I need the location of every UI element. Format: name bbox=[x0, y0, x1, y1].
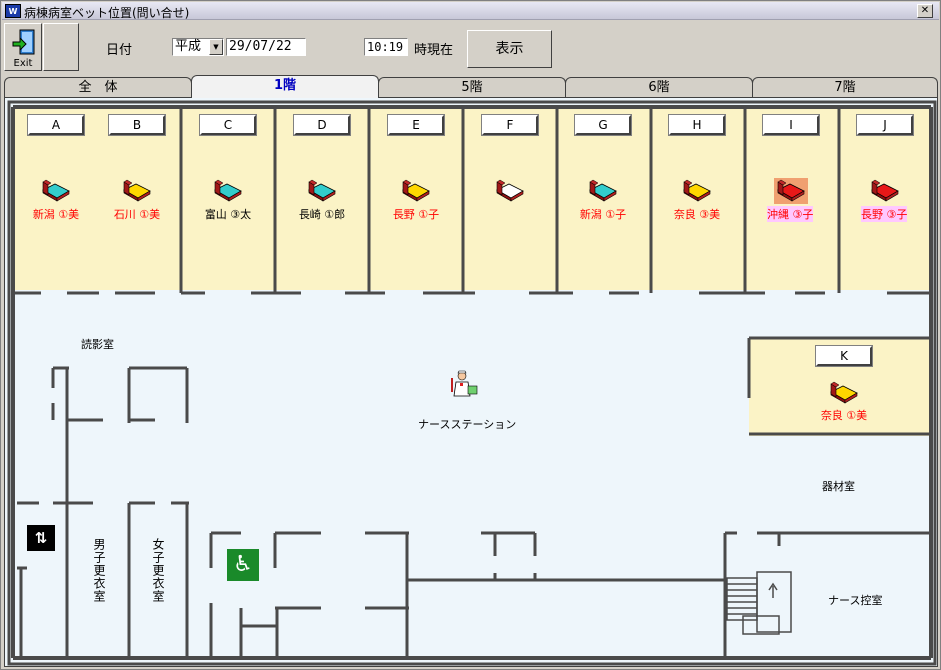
era-select[interactable]: 平成 ▼ bbox=[172, 38, 224, 56]
exit-label: Exit bbox=[13, 58, 33, 69]
window-title: 病棟病室ベット位置(問い合せ) bbox=[24, 6, 190, 20]
room-label-i[interactable]: I bbox=[763, 115, 819, 135]
tab-floor-5[interactable]: 5階 bbox=[378, 77, 566, 97]
app-icon: W bbox=[5, 4, 21, 18]
patient-name-e[interactable]: 長野 ①子 bbox=[376, 206, 456, 222]
close-button[interactable]: ✕ bbox=[917, 4, 933, 18]
room-label-k[interactable]: K bbox=[816, 346, 872, 366]
tab-floor-6[interactable]: 6階 bbox=[565, 77, 753, 97]
patient-name-j[interactable]: 長野 ③子 bbox=[861, 206, 908, 222]
room-label-e[interactable]: E bbox=[388, 115, 444, 135]
time-input[interactable]: 10:19 bbox=[364, 38, 408, 56]
chevron-down-icon[interactable]: ▼ bbox=[209, 39, 223, 55]
accessible-restroom-icon: ♿ bbox=[227, 549, 259, 581]
title-bar: W 病棟病室ベット位置(問い合せ) ✕ bbox=[2, 2, 939, 20]
patient-name-d[interactable]: 長崎 ①郎 bbox=[282, 206, 362, 222]
patient-name-k[interactable]: 奈良 ①美 bbox=[804, 407, 884, 423]
exit-button[interactable]: Exit bbox=[4, 23, 42, 71]
exit-door-icon bbox=[12, 29, 35, 55]
tab-all[interactable]: 全 体 bbox=[4, 77, 192, 97]
patient-name-a[interactable]: 新潟 ①美 bbox=[16, 206, 96, 222]
room-label-c[interactable]: C bbox=[200, 115, 256, 135]
patient-name-h[interactable]: 奈良 ③美 bbox=[657, 206, 737, 222]
tab-floor-7[interactable]: 7階 bbox=[752, 77, 938, 97]
floor-tabs: 全 体 1階 5階 6階 7階 bbox=[4, 75, 938, 98]
patient-name-c[interactable]: 富山 ③太 bbox=[188, 206, 268, 222]
date-input[interactable]: 29/07/22 bbox=[226, 38, 306, 56]
room-label-j[interactable]: J bbox=[857, 115, 913, 135]
room-label-h[interactable]: H bbox=[669, 115, 725, 135]
nurse-icon[interactable] bbox=[446, 370, 480, 400]
reading-room-label: 読影室 bbox=[81, 338, 114, 351]
toolbar-spacer-button bbox=[43, 23, 79, 71]
nurse-lounge-label: ナース控室 bbox=[828, 594, 883, 607]
toolbar: Exit 日付 平成 ▼ 29/07/22 10:19 時現在 表示 bbox=[2, 21, 939, 73]
patient-name-g[interactable]: 新潟 ①子 bbox=[563, 206, 643, 222]
time-suffix-label: 時現在 bbox=[414, 43, 454, 58]
floor-map: A B C D E F G H I J K 新潟 ①美 石川 ①美 富山 ③太 長崎 … bbox=[4, 97, 938, 667]
elevator-icon: ⇅ bbox=[27, 525, 55, 551]
room-label-a[interactable]: A bbox=[28, 115, 84, 135]
room-label-d[interactable]: D bbox=[294, 115, 350, 135]
room-label-b[interactable]: B bbox=[109, 115, 165, 135]
male-locker-room-label: 男子更衣室 bbox=[92, 538, 106, 603]
patient-name-i[interactable]: 沖縄 ③子 bbox=[767, 206, 814, 222]
app-window: W 病棟病室ベット位置(問い合せ) ✕ Exit 日付 平成 ▼ 29/07/22… bbox=[0, 0, 941, 670]
tab-floor-1[interactable]: 1階 bbox=[191, 75, 379, 98]
patient-name-b[interactable]: 石川 ①美 bbox=[97, 206, 177, 222]
female-locker-room-label: 女子更衣室 bbox=[151, 538, 165, 603]
room-label-g[interactable]: G bbox=[575, 115, 631, 135]
room-label-f[interactable]: F bbox=[482, 115, 538, 135]
date-label: 日付 bbox=[106, 43, 133, 58]
equipment-room-label: 器材室 bbox=[822, 480, 855, 493]
show-button[interactable]: 表示 bbox=[467, 30, 552, 68]
nurse-station-label: ナースステーション bbox=[418, 418, 517, 431]
